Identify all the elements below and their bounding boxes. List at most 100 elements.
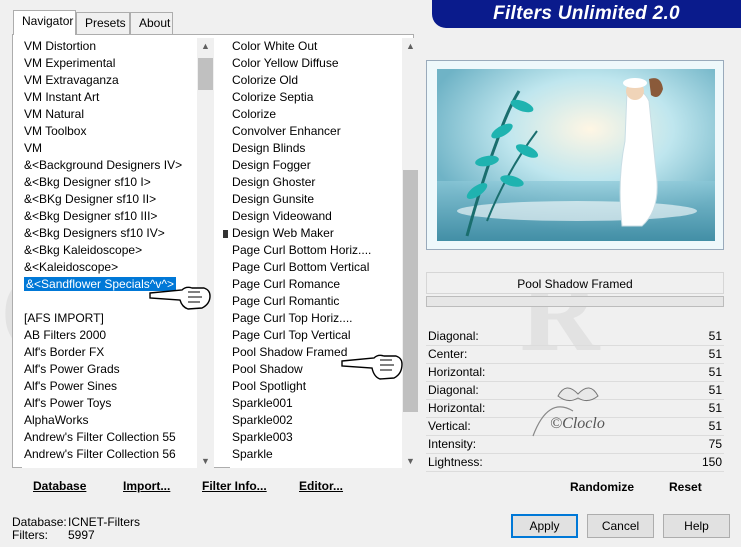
parameter-value: 75 — [708, 437, 722, 451]
category-row[interactable]: &<Bkg Kaleidoscope> — [22, 242, 197, 259]
filter-list[interactable]: Color White Out Color Yellow Diffuse Color… — [230, 38, 402, 468]
category-row[interactable]: AlphaWorks — [22, 412, 197, 429]
category-row[interactable]: &<Bkg Designer sf10 I> — [22, 174, 197, 191]
filter-row[interactable]: Page Curl Romantic — [230, 293, 402, 310]
parameter-row[interactable]: Diagonal: 51 — [426, 328, 724, 346]
filter-label: Sparkle — [232, 447, 273, 461]
category-row[interactable]: AB Filters 2000 — [22, 327, 197, 344]
scroll-thumb[interactable] — [198, 58, 213, 90]
filter-row[interactable]: Colorize — [230, 106, 402, 123]
database-label: Database: — [12, 515, 67, 529]
parameter-row[interactable]: Lightness: 150 — [426, 454, 724, 472]
category-label: AlphaWorks — [24, 413, 89, 427]
category-row[interactable]: VM Toolbox — [22, 123, 197, 140]
app-title: Filters Unlimited 2.0 — [493, 3, 680, 24]
category-row[interactable]: &<Bkg Designer sf10 III> — [22, 208, 197, 225]
category-row[interactable]: [AFS IMPORT] — [22, 310, 197, 327]
category-row[interactable]: &<Background Designers IV> — [22, 157, 197, 174]
signature-watermark — [532, 387, 599, 437]
filter-row[interactable]: Design Fogger — [230, 157, 402, 174]
category-row[interactable]: Alf's Power Grads — [22, 361, 197, 378]
editor-button[interactable]: Editor... — [299, 479, 343, 493]
category-scrollbar[interactable]: ▲ ▼ — [197, 38, 214, 470]
category-row[interactable]: VM Distortion — [22, 38, 197, 55]
filter-row[interactable]: Design Gunsite — [230, 191, 402, 208]
filter-label: Pool Spotlight — [232, 379, 307, 393]
category-row[interactable]: Andrew's Filter Collection 55 — [22, 429, 197, 446]
filter-row[interactable]: Sparkle002 — [230, 412, 402, 429]
category-label: &<Bkg Designers sf10 IV> — [24, 226, 165, 240]
filter-scrollbar[interactable]: ▲ ▼ — [402, 38, 419, 470]
category-label: VM — [24, 141, 42, 155]
filter-row[interactable]: Color White Out — [230, 38, 402, 55]
category-row[interactable]: VM Instant Art — [22, 89, 197, 106]
parameter-value: 51 — [708, 365, 722, 379]
help-button[interactable]: Help — [663, 514, 730, 538]
filter-label: Sparkle002 — [232, 413, 293, 427]
apply-button[interactable]: Apply — [511, 514, 578, 538]
filter-row[interactable]: Page Curl Romance — [230, 276, 402, 293]
filter-row[interactable]: Page Curl Top Horiz.... — [230, 310, 402, 327]
database-button[interactable]: Database — [33, 479, 86, 493]
filter-row[interactable]: Page Curl Bottom Horiz.... — [230, 242, 402, 259]
category-row[interactable]: Alf's Power Toys — [22, 395, 197, 412]
filter-row[interactable]: Sparkle — [230, 446, 402, 463]
category-row[interactable]: &<Kaleidoscope> — [22, 259, 197, 276]
category-label: VM Distortion — [24, 39, 97, 53]
tab-presets[interactable]: Presets — [76, 12, 130, 34]
filter-row[interactable]: Design Web Maker — [230, 225, 402, 242]
filter-row[interactable]: Page Curl Bottom Vertical — [230, 259, 402, 276]
category-row[interactable]: &<Bkg Designers sf10 IV> — [22, 225, 197, 242]
filter-row[interactable]: Colorize Old — [230, 72, 402, 89]
category-row[interactable]: VM Natural — [22, 106, 197, 123]
parameter-label: Horizontal: — [428, 401, 486, 415]
category-row[interactable]: Alf's Power Sines — [22, 378, 197, 395]
category-row[interactable]: VM Experimental — [22, 55, 197, 72]
filter-label: Page Curl Top Horiz.... — [232, 311, 353, 325]
scroll-thumb[interactable] — [403, 170, 418, 412]
category-row[interactable]: &<BKg Designer sf10 II> — [22, 191, 197, 208]
filter-row[interactable]: Sparkle001 — [230, 395, 402, 412]
scroll-down-arrow-icon[interactable]: ▼ — [197, 453, 214, 470]
category-row[interactable]: Alf's Border FX — [22, 344, 197, 361]
filter-label: Pool Shadow — [232, 362, 303, 376]
category-label: Alf's Border FX — [24, 345, 105, 359]
filter-row[interactable]: Colorize Septia — [230, 89, 402, 106]
scroll-up-arrow-icon[interactable]: ▲ — [402, 38, 419, 55]
filters-count-value: 5997 — [68, 528, 95, 542]
category-label: Alf's Power Grads — [24, 362, 120, 376]
randomize-button[interactable]: Randomize — [570, 480, 634, 494]
filter-row[interactable]: Page Curl Top Vertical — [230, 327, 402, 344]
cancel-button[interactable]: Cancel — [587, 514, 654, 538]
parameter-row[interactable]: Center: 51 — [426, 346, 724, 364]
filter-label: Sparkle001 — [232, 396, 293, 410]
category-row[interactable]: VM — [22, 140, 197, 157]
reset-button[interactable]: Reset — [669, 480, 702, 494]
filter-row[interactable]: Sparkle003 — [230, 429, 402, 446]
filter-info-button[interactable]: Filter Info... — [202, 479, 267, 493]
filter-row[interactable]: Design Videowand — [230, 208, 402, 225]
filter-label: Design Fogger — [232, 158, 311, 172]
filter-row[interactable]: Color Yellow Diffuse — [230, 55, 402, 72]
category-label: &<Background Designers IV> — [24, 158, 183, 172]
filter-row[interactable]: Convolver Enhancer — [230, 123, 402, 140]
preview-artwork — [427, 61, 723, 249]
filter-row[interactable]: Design Ghoster — [230, 174, 402, 191]
scroll-down-arrow-icon[interactable]: ▼ — [402, 453, 419, 470]
filter-row[interactable]: Design Blinds — [230, 140, 402, 157]
tab-about[interactable]: About — [130, 12, 173, 34]
category-row[interactable]: Andrew's Filter Collection 56 — [22, 446, 197, 463]
parameter-value: 51 — [708, 329, 722, 343]
parameter-label: Intensity: — [428, 437, 477, 451]
category-list[interactable]: VM Distortion VM Experimental VM Extravaga… — [22, 38, 197, 468]
progress-bar — [426, 296, 724, 307]
filter-label: Colorize Old — [232, 73, 299, 87]
category-row[interactable]: VM Extravaganza — [22, 72, 197, 89]
category-label: &<Kaleidoscope> — [24, 260, 119, 274]
filter-label: Color Yellow Diffuse — [232, 56, 339, 70]
scroll-up-arrow-icon[interactable]: ▲ — [197, 38, 214, 55]
tab-navigator[interactable]: Navigator — [13, 10, 76, 35]
category-label: &<BKg Designer sf10 II> — [24, 192, 157, 206]
import-button[interactable]: Import... — [123, 479, 170, 493]
category-label: VM Natural — [24, 107, 85, 121]
